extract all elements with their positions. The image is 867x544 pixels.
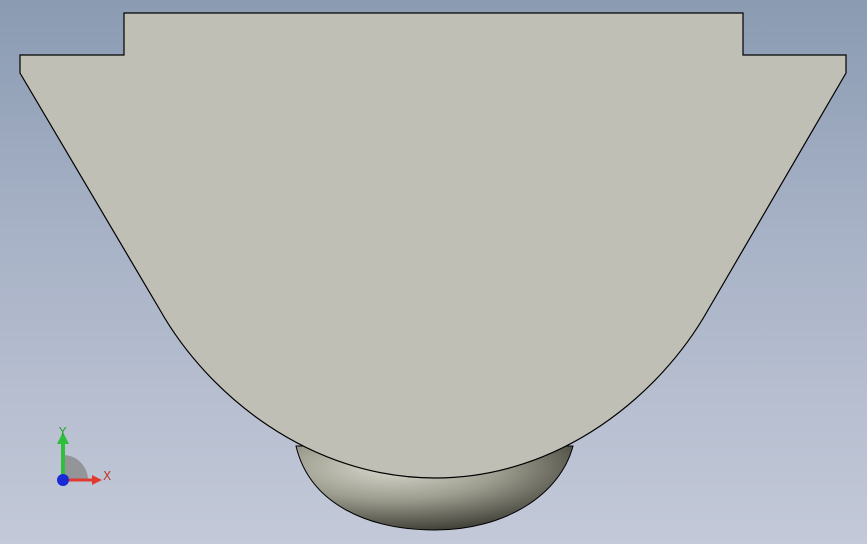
cad-model-view[interactable]	[0, 0, 867, 544]
axis-triad: X Y	[57, 425, 111, 486]
graphics-viewport[interactable]: X Y	[0, 0, 867, 544]
x-axis-label: X	[103, 469, 111, 483]
z-axis-dot	[57, 474, 69, 486]
body-face[interactable]	[19, 12, 847, 479]
x-axis-arrowhead	[92, 475, 102, 485]
y-axis-label: Y	[58, 425, 67, 439]
